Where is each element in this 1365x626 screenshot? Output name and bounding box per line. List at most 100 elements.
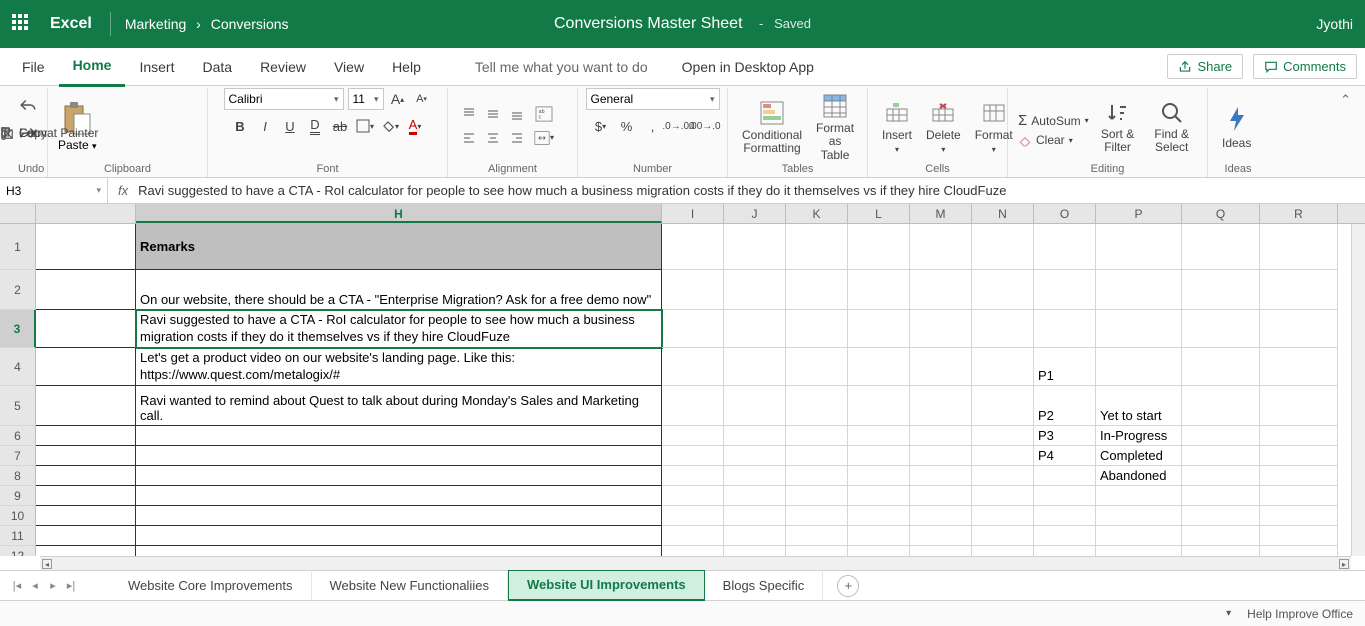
tab-view[interactable]: View — [320, 48, 378, 86]
font-name-combo[interactable]: Calibri▾ — [224, 88, 344, 110]
cell-H7[interactable] — [136, 446, 662, 466]
cell-K4[interactable] — [786, 348, 848, 386]
cell-J7[interactable] — [724, 446, 786, 466]
sheet-nav-first[interactable]: |◂ — [8, 579, 26, 592]
col-header-blank[interactable] — [36, 204, 136, 223]
cell-N10[interactable] — [972, 506, 1034, 526]
cell-K9[interactable] — [786, 486, 848, 506]
cell-Q12[interactable] — [1182, 546, 1260, 556]
cell-P11[interactable] — [1096, 526, 1182, 546]
col-header-M[interactable]: M — [910, 204, 972, 223]
cell-K7[interactable] — [786, 446, 848, 466]
cell-L6[interactable] — [848, 426, 910, 446]
cell-M7[interactable] — [910, 446, 972, 466]
cell-M8[interactable] — [910, 466, 972, 486]
cell-I11[interactable] — [662, 526, 724, 546]
tab-insert[interactable]: Insert — [125, 48, 188, 86]
col-header-P[interactable]: P — [1096, 204, 1182, 223]
cell-O3[interactable] — [1034, 310, 1096, 348]
tab-home[interactable]: Home — [59, 46, 126, 87]
cell-R3[interactable] — [1260, 310, 1338, 348]
cell-J2[interactable] — [724, 270, 786, 310]
cell-K3[interactable] — [786, 310, 848, 348]
align-middle-button[interactable] — [482, 103, 504, 125]
cell-M9[interactable] — [910, 486, 972, 506]
cell-N7[interactable] — [972, 446, 1034, 466]
sheet-tab-3[interactable]: Website UI Improvements — [508, 570, 705, 601]
select-all-corner[interactable] — [0, 204, 36, 223]
cell-O1[interactable] — [1034, 224, 1096, 270]
row-header-6[interactable]: 6 — [0, 426, 36, 446]
cell-Q8[interactable] — [1182, 466, 1260, 486]
cell-R11[interactable] — [1260, 526, 1338, 546]
cell-J9[interactable] — [724, 486, 786, 506]
tab-data[interactable]: Data — [188, 48, 246, 86]
tab-file[interactable]: File — [8, 48, 59, 86]
cell-I8[interactable] — [662, 466, 724, 486]
cell-G10[interactable] — [36, 506, 136, 526]
help-improve-link[interactable]: Help Improve Office — [1247, 607, 1353, 621]
cell-M6[interactable] — [910, 426, 972, 446]
row-header-3[interactable]: 3 — [0, 310, 36, 348]
cell-O2[interactable] — [1034, 270, 1096, 310]
cell-J5[interactable] — [724, 386, 786, 426]
cell-Q6[interactable] — [1182, 426, 1260, 446]
horizontal-scrollbar[interactable]: ◂ ▸ — [40, 556, 1351, 570]
cell-H2[interactable]: On our website, there should be a CTA - … — [136, 270, 662, 310]
cell-O12[interactable] — [1034, 546, 1096, 556]
sheet-nav-prev[interactable]: ◂ — [26, 579, 44, 592]
cell-N12[interactable] — [972, 546, 1034, 556]
cell-M3[interactable] — [910, 310, 972, 348]
cell-Q2[interactable] — [1182, 270, 1260, 310]
cell-G12[interactable] — [36, 546, 136, 556]
status-caret[interactable]: ▾ — [1226, 608, 1231, 619]
row-header-12[interactable]: 12 — [0, 546, 36, 556]
cell-L7[interactable] — [848, 446, 910, 466]
col-header-L[interactable]: L — [848, 204, 910, 223]
cell-R2[interactable] — [1260, 270, 1338, 310]
cell-Q3[interactable] — [1182, 310, 1260, 348]
cell-J3[interactable] — [724, 310, 786, 348]
cell-J8[interactable] — [724, 466, 786, 486]
number-format-combo[interactable]: General▾ — [586, 88, 720, 110]
cell-J1[interactable] — [724, 224, 786, 270]
cell-O10[interactable] — [1034, 506, 1096, 526]
cell-N6[interactable] — [972, 426, 1034, 446]
row-header-10[interactable]: 10 — [0, 506, 36, 526]
cell-H1[interactable]: Remarks — [136, 224, 662, 270]
cell-H6[interactable] — [136, 426, 662, 446]
cell-R7[interactable] — [1260, 446, 1338, 466]
cell-H5[interactable]: Ravi wanted to remind about Quest to tal… — [136, 386, 662, 426]
breadcrumb[interactable]: Marketing › Conversions — [125, 16, 289, 32]
format-painter-button[interactable]: Format Painter — [0, 126, 1365, 140]
cell-L2[interactable] — [848, 270, 910, 310]
breadcrumb-folder[interactable]: Marketing — [125, 16, 186, 32]
tell-me-search[interactable]: Tell me what you want to do — [475, 59, 648, 75]
cell-P6[interactable]: In-Progress — [1096, 426, 1182, 446]
cell-R5[interactable] — [1260, 386, 1338, 426]
cell-G1[interactable] — [36, 224, 136, 270]
cell-R12[interactable] — [1260, 546, 1338, 556]
col-header-J[interactable]: J — [724, 204, 786, 223]
cell-O9[interactable] — [1034, 486, 1096, 506]
cell-J4[interactable] — [724, 348, 786, 386]
col-header-I[interactable]: I — [662, 204, 724, 223]
share-button[interactable]: Share — [1167, 54, 1243, 79]
cell-N11[interactable] — [972, 526, 1034, 546]
col-header-N[interactable]: N — [972, 204, 1034, 223]
cell-L12[interactable] — [848, 546, 910, 556]
cell-R10[interactable] — [1260, 506, 1338, 526]
cell-H12[interactable] — [136, 546, 662, 556]
doc-name[interactable]: Conversions Master Sheet — [554, 15, 743, 32]
cell-Q9[interactable] — [1182, 486, 1260, 506]
cell-R6[interactable] — [1260, 426, 1338, 446]
sheet-tab-4[interactable]: Blogs Specific — [705, 572, 824, 600]
row-header-8[interactable]: 8 — [0, 466, 36, 486]
cell-Q5[interactable] — [1182, 386, 1260, 426]
cell-R1[interactable] — [1260, 224, 1338, 270]
cell-J10[interactable] — [724, 506, 786, 526]
shrink-font-button[interactable]: A▾ — [412, 89, 432, 109]
row-header-11[interactable]: 11 — [0, 526, 36, 546]
undo-button[interactable] — [17, 94, 39, 116]
cell-G6[interactable] — [36, 426, 136, 446]
